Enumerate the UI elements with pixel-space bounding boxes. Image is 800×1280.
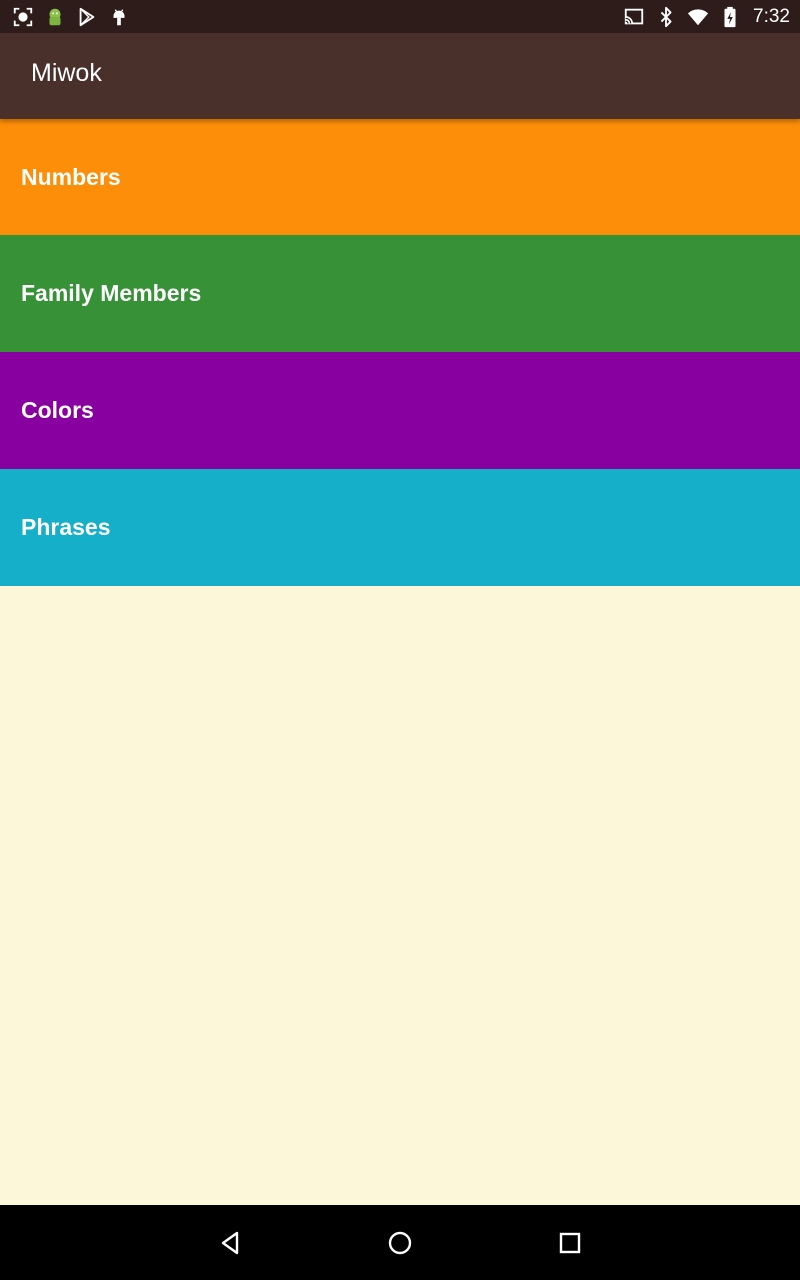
bluetooth-icon [655,6,677,28]
play-store-icon [76,6,98,28]
status-time: 7:32 [753,6,790,27]
notification-icons [12,4,130,30]
category-family-members[interactable]: Family Members [0,235,800,352]
wifi-icon [687,6,709,28]
category-numbers[interactable]: Numbers [0,119,800,235]
category-label: Family Members [21,280,202,306]
android-app-icon [44,6,66,28]
navigation-bar [0,1205,800,1280]
category-label: Numbers [21,163,121,190]
app-title: Miwok [31,59,102,87]
system-status-icons: 7:32 [623,4,790,30]
category-colors[interactable]: Colors [0,352,800,469]
category-label: Colors [21,397,94,423]
cast-icon [623,6,645,28]
recents-icon[interactable] [552,1225,588,1261]
status-bar: 7:32 [0,0,800,33]
category-label: Phrases [21,514,111,540]
back-icon[interactable] [212,1225,248,1261]
category-list: Numbers Family Members Colors Phrases [0,119,800,586]
home-icon[interactable] [382,1225,418,1261]
screenshot-icon [12,6,34,28]
screen: 7:32 Miwok Numbers Family Members Colors… [0,0,800,1280]
app-bar: Miwok [0,33,800,119]
category-phrases[interactable]: Phrases [0,469,800,586]
battery-charging-icon [719,6,741,28]
android-debug-icon [108,6,130,28]
